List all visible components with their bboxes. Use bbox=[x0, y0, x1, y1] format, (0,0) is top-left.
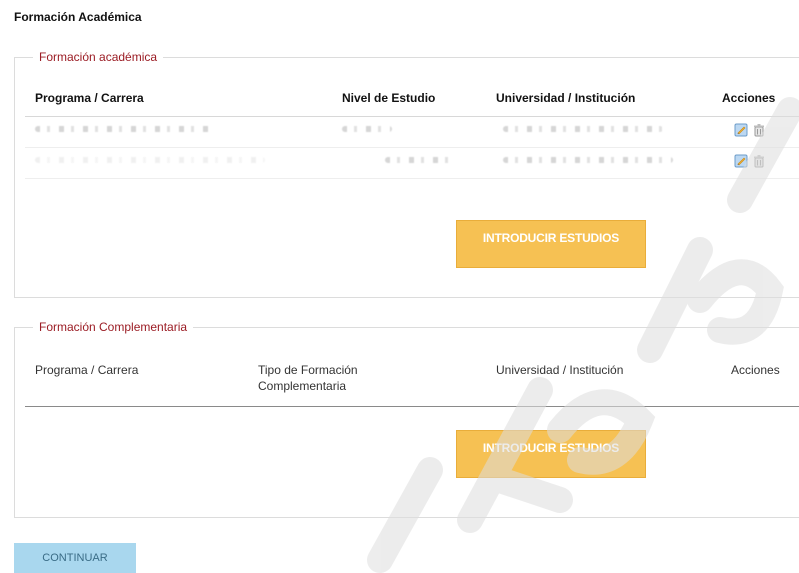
col-acciones: Acciones bbox=[722, 91, 776, 105]
complementary-section-legend: Formación Complementaria bbox=[39, 320, 188, 334]
blurred-cell bbox=[503, 126, 663, 134]
col-tipo: Tipo de Formación Complementaria bbox=[258, 363, 358, 393]
complementary-section: Formación Complementaria Programa / Carr… bbox=[14, 320, 799, 518]
academic-section-legend: Formación académica bbox=[39, 50, 158, 64]
col-programa: Programa / Carrera bbox=[35, 363, 139, 377]
col-acciones: Acciones bbox=[731, 363, 780, 377]
col-programa: Programa / Carrera bbox=[35, 91, 144, 105]
blurred-cell bbox=[503, 157, 673, 165]
complementary-table-header: Programa / Carrera Tipo de Formación Com… bbox=[25, 362, 799, 407]
continue-button[interactable]: CONTINUAR bbox=[14, 543, 136, 573]
row-actions bbox=[734, 123, 766, 137]
trash-icon[interactable] bbox=[752, 154, 766, 168]
table-row bbox=[25, 117, 799, 148]
col-universidad: Universidad / Institución bbox=[496, 363, 624, 377]
academic-section: Formación académica Programa / Carrera N… bbox=[14, 50, 799, 298]
academic-table: Programa / Carrera Nivel de Estudio Univ… bbox=[25, 90, 799, 200]
add-studies-button[interactable]: INTRODUCIR ESTUDIOS bbox=[456, 220, 646, 268]
table-row bbox=[25, 148, 799, 179]
edit-icon[interactable] bbox=[734, 123, 748, 137]
complementary-table: Programa / Carrera Tipo de Formación Com… bbox=[25, 362, 799, 422]
blurred-cell bbox=[385, 157, 455, 165]
page-title: Formación Académica bbox=[14, 10, 142, 24]
col-nivel: Nivel de Estudio bbox=[342, 91, 436, 105]
col-universidad: Universidad / Institución bbox=[496, 91, 636, 105]
blurred-cell bbox=[35, 157, 265, 165]
blurred-cell bbox=[342, 126, 392, 134]
edit-icon[interactable] bbox=[734, 154, 748, 168]
row-actions bbox=[734, 154, 766, 168]
trash-icon[interactable] bbox=[752, 123, 766, 137]
academic-table-header: Programa / Carrera Nivel de Estudio Univ… bbox=[25, 90, 799, 117]
add-complementary-studies-button[interactable]: INTRODUCIR ESTUDIOS bbox=[456, 430, 646, 478]
blurred-cell bbox=[35, 126, 215, 134]
